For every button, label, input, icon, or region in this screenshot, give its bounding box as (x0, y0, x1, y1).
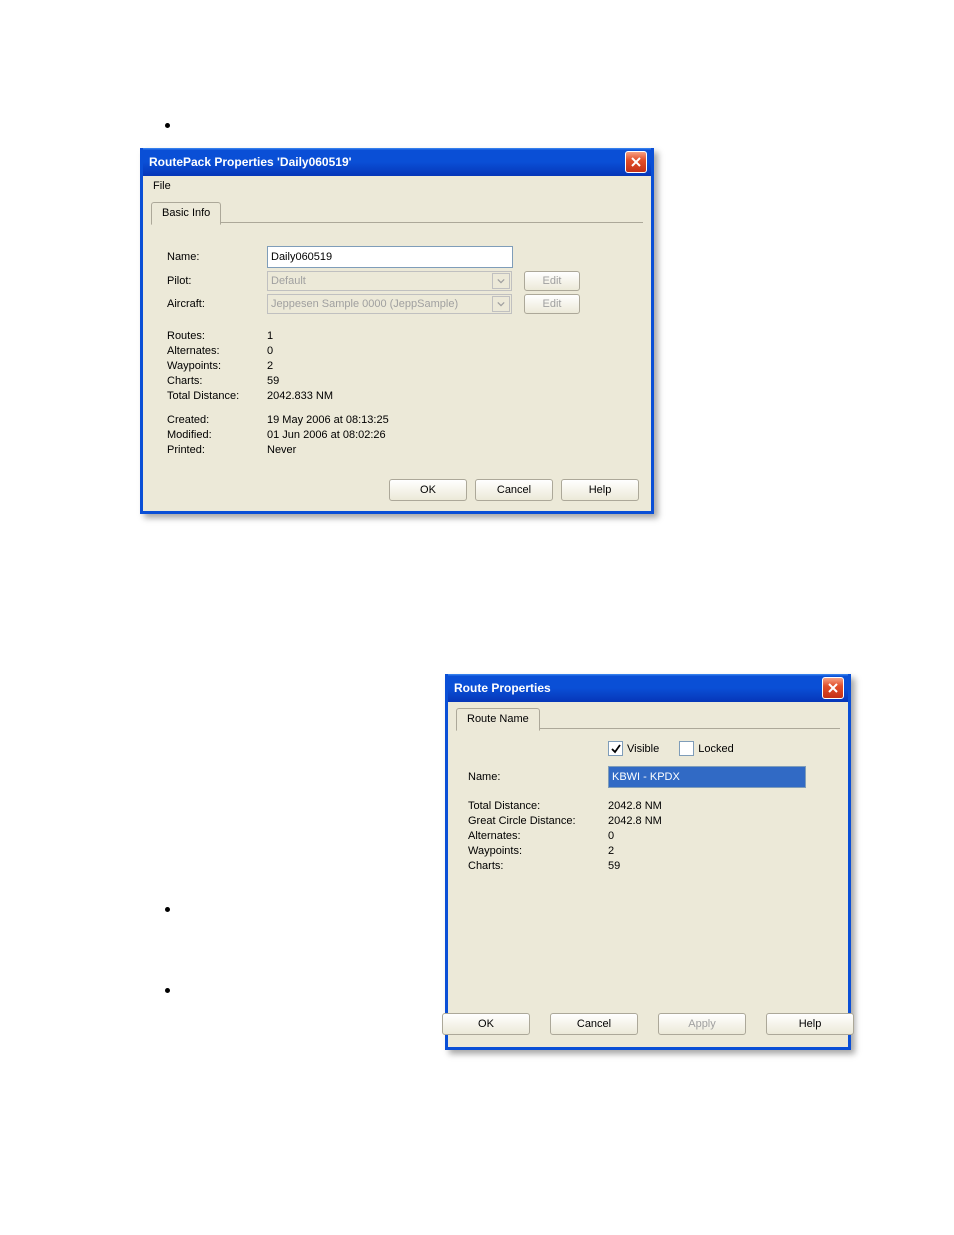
tab-basic-info[interactable]: Basic Info (151, 202, 221, 225)
chevron-down-icon (492, 273, 510, 289)
waypoints-label: Waypoints: (468, 845, 608, 857)
menubar: File (143, 176, 651, 196)
route-properties-dialog: Route Properties Route Name Visible (445, 674, 851, 1050)
total-distance-value: 2042.8 NM (608, 800, 662, 812)
help-button[interactable]: Help (766, 1013, 854, 1035)
waypoints-value: 2 (608, 845, 614, 857)
titlebar[interactable]: Route Properties (448, 674, 848, 702)
alternates-value: 0 (267, 345, 273, 357)
name-input[interactable] (267, 246, 513, 268)
pilot-value: Default (271, 275, 306, 287)
name-label: Name: (468, 771, 608, 783)
modified-value: 01 Jun 2006 at 08:02:26 (267, 429, 386, 441)
charts-value: 59 (608, 860, 620, 872)
name-label: Name: (167, 251, 267, 263)
aircraft-label: Aircraft: (167, 298, 267, 310)
pilot-edit-button: Edit (524, 271, 580, 291)
tab-route-name[interactable]: Route Name (456, 708, 540, 731)
menu-file[interactable]: File (147, 178, 177, 194)
visible-checkbox[interactable] (608, 741, 623, 756)
bullet-icon (165, 988, 170, 993)
name-input[interactable] (608, 766, 806, 788)
titlebar-text: Route Properties (454, 681, 551, 695)
waypoints-label: Waypoints: (167, 360, 267, 372)
modified-label: Modified: (167, 429, 267, 441)
created-label: Created: (167, 414, 267, 426)
charts-value: 59 (267, 375, 279, 387)
total-distance-label: Total Distance: (167, 390, 267, 402)
visible-checkbox-wrap[interactable]: Visible (608, 741, 659, 756)
routes-label: Routes: (167, 330, 267, 342)
aircraft-value: Jeppesen Sample 0000 (JeppSample) (271, 298, 458, 310)
charts-label: Charts: (468, 860, 608, 872)
ok-button[interactable]: OK (442, 1013, 530, 1035)
locked-checkbox-wrap[interactable]: Locked (679, 741, 733, 756)
chevron-down-icon (492, 296, 510, 312)
routes-value: 1 (267, 330, 273, 342)
apply-button: Apply (658, 1013, 746, 1035)
cancel-button[interactable]: Cancel (475, 479, 553, 501)
locked-label: Locked (698, 743, 733, 755)
visible-label: Visible (627, 743, 659, 755)
titlebar-text: RoutePack Properties 'Daily060519' (149, 155, 351, 169)
pilot-label: Pilot: (167, 275, 267, 287)
gcd-value: 2042.8 NM (608, 815, 662, 827)
bullet-icon (165, 123, 170, 128)
pilot-dropdown: Default (267, 271, 512, 291)
aircraft-edit-button: Edit (524, 294, 580, 314)
locked-checkbox[interactable] (679, 741, 694, 756)
aircraft-dropdown: Jeppesen Sample 0000 (JeppSample) (267, 294, 512, 314)
total-distance-value: 2042.833 NM (267, 390, 333, 402)
cancel-button[interactable]: Cancel (550, 1013, 638, 1035)
titlebar[interactable]: RoutePack Properties 'Daily060519' (143, 148, 651, 176)
close-icon[interactable] (822, 677, 844, 699)
alternates-label: Alternates: (167, 345, 267, 357)
alternates-value: 0 (608, 830, 614, 842)
total-distance-label: Total Distance: (468, 800, 608, 812)
charts-label: Charts: (167, 375, 267, 387)
alternates-label: Alternates: (468, 830, 608, 842)
created-value: 19 May 2006 at 08:13:25 (267, 414, 389, 426)
printed-label: Printed: (167, 444, 267, 456)
gcd-label: Great Circle Distance: (468, 815, 608, 827)
bullet-icon (165, 907, 170, 912)
ok-button[interactable]: OK (389, 479, 467, 501)
routepack-properties-dialog: RoutePack Properties 'Daily060519' File … (140, 148, 654, 514)
waypoints-value: 2 (267, 360, 273, 372)
close-icon[interactable] (625, 151, 647, 173)
help-button[interactable]: Help (561, 479, 639, 501)
printed-value: Never (267, 444, 296, 456)
